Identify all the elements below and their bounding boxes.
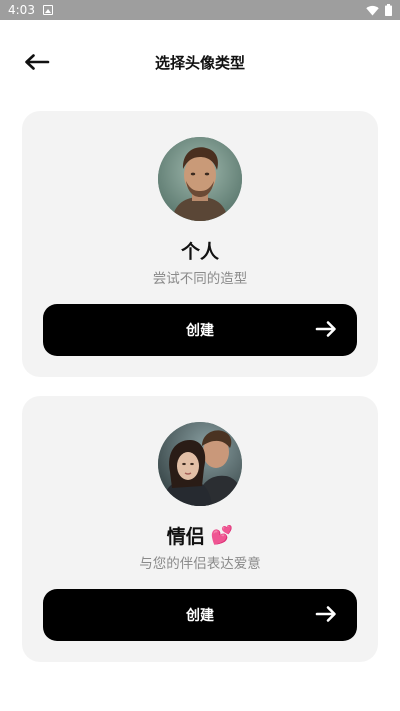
battery-icon <box>385 4 392 16</box>
status-bar: 4:03 <box>0 0 400 20</box>
wifi-icon <box>366 5 379 15</box>
card-title: 个人 <box>22 237 378 264</box>
status-time: 4:03 <box>8 3 35 17</box>
create-individual-button[interactable]: 创建 <box>43 304 357 356</box>
card-subtitle: 与您的伴侣表达爱意 <box>139 556 261 572</box>
arrow-right-icon <box>315 321 336 337</box>
card-title-text: 个人 <box>180 241 219 263</box>
avatar-couple <box>158 422 242 506</box>
card-title: 情侣 💕 <box>22 522 378 549</box>
avatar-type-card-couple[interactable]: 情侣 💕 与您的伴侣表达爱意 创建 <box>22 396 378 662</box>
arrow-right-icon <box>315 606 336 622</box>
back-button[interactable] <box>20 46 54 78</box>
status-left: 4:03 <box>8 3 53 17</box>
status-right <box>366 4 392 16</box>
couple-portrait-image <box>158 422 242 506</box>
card-subtitle: 尝试不同的造型 <box>152 271 248 287</box>
page-title: 选择头像类型 <box>154 53 245 72</box>
image-notification-icon <box>42 5 53 15</box>
create-button-label: 创建 <box>186 608 214 624</box>
header: 选择头像类型 <box>0 40 400 84</box>
create-button-label: 创建 <box>186 323 214 339</box>
avatar-individual <box>158 137 242 221</box>
two-hearts-icon: 💕 <box>210 525 234 546</box>
create-couple-button[interactable]: 创建 <box>43 589 357 641</box>
avatar-type-card-individual[interactable]: 个人 尝试不同的造型 创建 <box>22 111 378 377</box>
arrow-left-icon <box>25 54 50 70</box>
man-portrait-image <box>158 137 242 221</box>
card-title-text: 情侣 <box>166 526 205 548</box>
